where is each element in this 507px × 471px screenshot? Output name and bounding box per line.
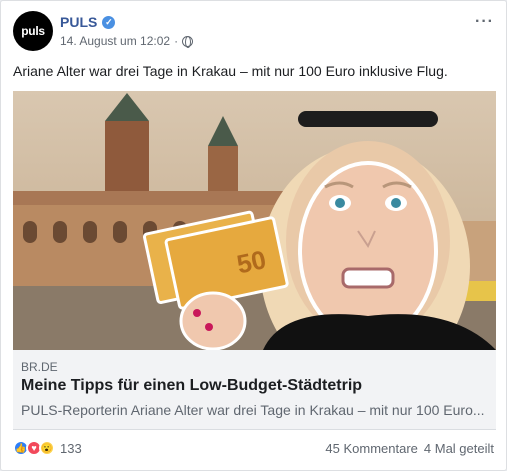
comment-count[interactable]: 45 Kommentare [325, 441, 418, 456]
verified-icon: ✓ [102, 15, 116, 29]
author-name[interactable]: PULS [60, 14, 97, 30]
link-image-illustration: 50 [13, 91, 496, 350]
globe-icon[interactable] [182, 35, 194, 48]
link-domain: BR.DE [21, 360, 58, 374]
share-count[interactable]: 4 Mal geteilt [424, 441, 494, 456]
link-image[interactable]: 50 [13, 91, 496, 350]
separator-dot: · [174, 34, 179, 48]
wow-icon: 😮 [39, 440, 55, 456]
post-text: Ariane Alter war drei Tage in Krakau – m… [13, 63, 448, 79]
post-footer: 👍 ♥ 😮 133 45 Kommentare 4 Mal geteilt [13, 437, 494, 459]
reaction-count[interactable]: 133 [60, 441, 82, 456]
post-meta: 14. August um 12:02 · [60, 34, 194, 48]
post-card: puls PULS ✓ 14. August um 12:02 · ··· Ar… [0, 0, 507, 471]
banknote-value: 50 [234, 244, 269, 279]
reactions[interactable]: 👍 ♥ 😮 133 [13, 440, 82, 456]
post-header: puls PULS ✓ 14. August um 12:02 · ··· [13, 11, 494, 51]
more-icon[interactable]: ··· [475, 13, 494, 31]
avatar[interactable]: puls [13, 11, 53, 51]
author-line: PULS ✓ [60, 14, 116, 30]
engagement-counts: 45 Kommentare 4 Mal geteilt [325, 441, 494, 456]
link-title[interactable]: Meine Tipps für einen Low-Budget-Städtet… [21, 377, 362, 395]
post-date[interactable]: 14. August um 12:02 [60, 34, 170, 48]
link-description: PULS-Reporterin Ariane Alter war drei Ta… [21, 402, 485, 418]
link-preview[interactable]: BR.DE Meine Tipps für einen Low-Budget-S… [13, 350, 496, 430]
